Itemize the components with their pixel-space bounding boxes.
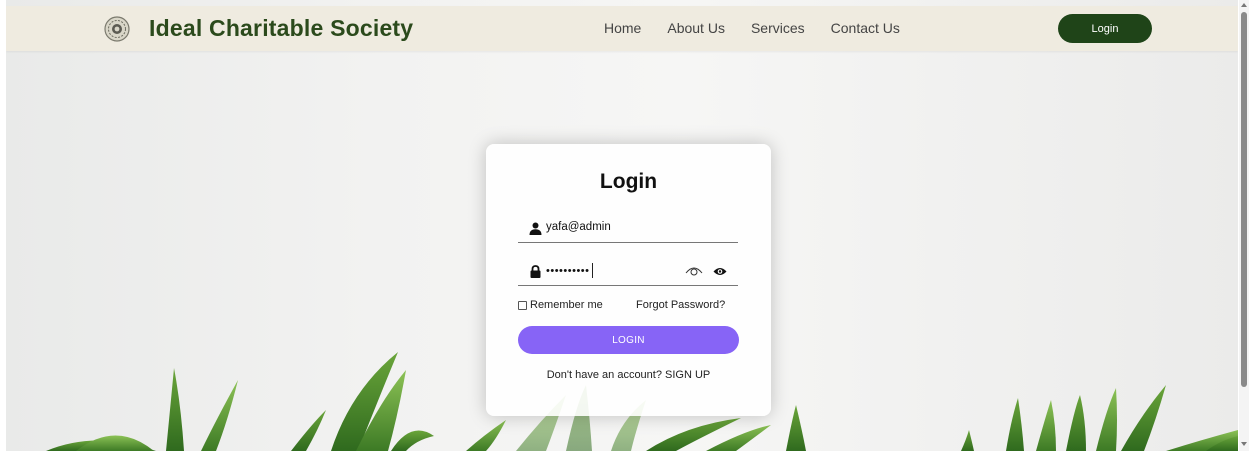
page-background: Ideal Charitable Society Home About Us S… (6, 0, 1238, 451)
society-emblem-icon (104, 16, 130, 42)
user-icon (529, 222, 542, 235)
remember-me[interactable]: Remember me (518, 299, 603, 311)
brand-title[interactable]: Ideal Charitable Society (149, 15, 413, 42)
nav-login-button[interactable]: Login (1058, 14, 1152, 43)
remember-label: Remember me (530, 299, 603, 311)
navbar: Ideal Charitable Society Home About Us S… (6, 6, 1238, 51)
nav-about-us[interactable]: About Us (667, 20, 725, 36)
nav-home[interactable]: Home (604, 20, 641, 36)
remember-checkbox[interactable] (518, 300, 527, 310)
login-card: Login yafa@admin •••••••••• Remember me … (486, 144, 771, 416)
nav-services[interactable]: Services (751, 20, 805, 36)
login-submit-button[interactable]: LOGIN (518, 326, 739, 354)
login-title: Login (599, 170, 658, 193)
forgot-password-link[interactable]: Forgot Password? (636, 299, 725, 311)
scroll-up-arrow-icon[interactable] (1241, 3, 1247, 7)
email-value: yafa@admin (546, 221, 611, 233)
nav-links: Home About Us Services Contact Us (604, 20, 900, 36)
scroll-thumb[interactable] (1241, 12, 1247, 387)
signup-link[interactable]: Don't have an account? SIGN UP (486, 369, 771, 381)
eye-icon[interactable] (713, 266, 727, 277)
password-field[interactable]: •••••••••• (518, 261, 738, 286)
email-field[interactable]: yafa@admin (518, 218, 738, 243)
scroll-down-arrow-icon[interactable] (1241, 442, 1247, 446)
scrollbar[interactable] (1239, 0, 1249, 451)
nav-contact-us[interactable]: Contact Us (831, 20, 900, 36)
password-mask: •••••••••• (546, 265, 590, 277)
text-caret (592, 263, 593, 278)
lock-icon (530, 265, 541, 278)
eye-outline-icon[interactable] (685, 264, 703, 278)
